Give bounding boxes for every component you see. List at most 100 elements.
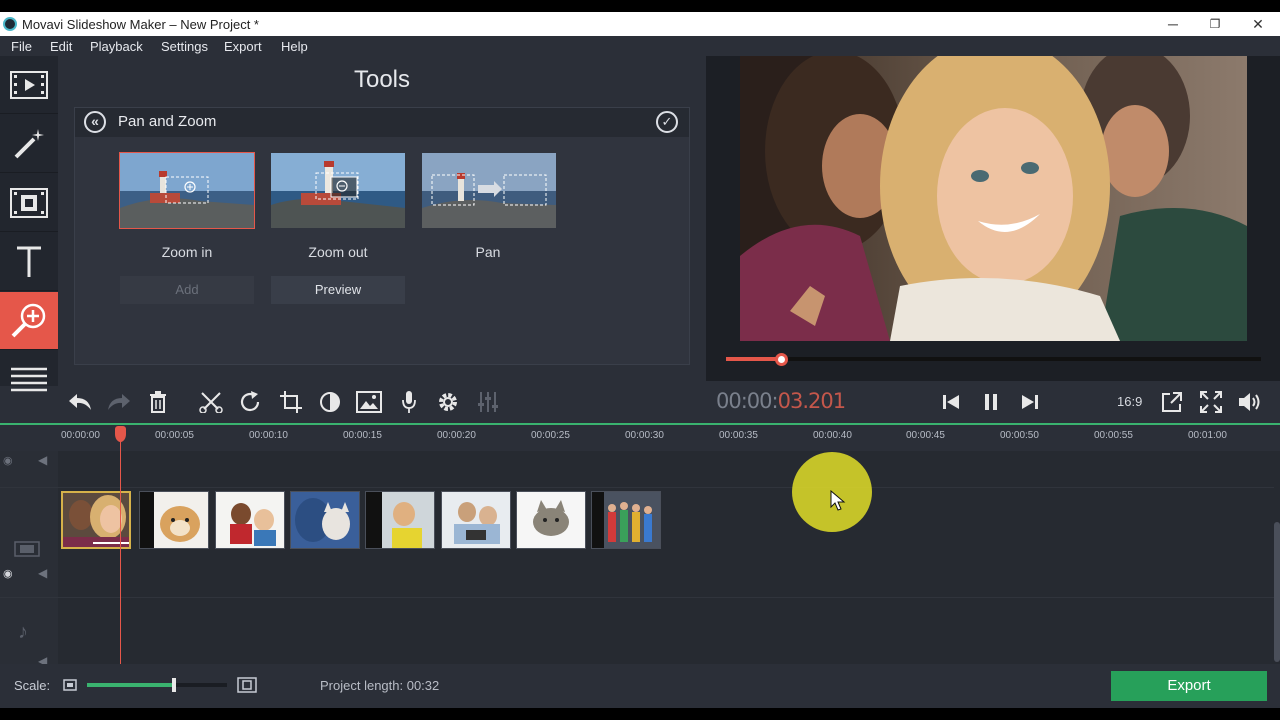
close-button[interactable]: ✕ — [1243, 15, 1273, 33]
contrast-icon — [320, 392, 340, 412]
zoom-icon — [11, 303, 46, 337]
timeline-scrollbar[interactable] — [1274, 522, 1280, 662]
playback-track[interactable] — [726, 357, 1261, 361]
filmstrip-icon — [10, 70, 48, 99]
settings-button[interactable] — [433, 390, 463, 414]
scale-slider-handle[interactable] — [172, 678, 176, 692]
tick-label: 00:00:00 — [61, 430, 100, 441]
sidebar-item-filters[interactable] — [0, 115, 58, 173]
tick-label: 00:00:30 — [625, 430, 664, 441]
sidebar-item-titles[interactable] — [0, 233, 58, 291]
zoom-in-scale-icon[interactable] — [237, 677, 257, 693]
effect-zoom-in[interactable] — [119, 152, 255, 229]
effect-label-pan: Pan — [475, 244, 501, 260]
track-headers: ◉ ◀ ◉ ◀ ♪ ◀ — [0, 451, 58, 668]
tick-label: 00:00:15 — [343, 430, 382, 441]
preview-button[interactable]: Preview — [271, 276, 405, 304]
clip-kids-crowd[interactable] — [591, 491, 661, 549]
crop-button[interactable] — [276, 390, 306, 414]
redo-button[interactable] — [104, 390, 134, 414]
rotate-button[interactable] — [236, 390, 266, 414]
playhead-handle[interactable] — [115, 426, 126, 442]
delete-button[interactable] — [143, 390, 173, 414]
zoom-out-scale-icon[interactable] — [63, 679, 77, 691]
sidebar-item-more[interactable] — [0, 351, 58, 409]
color-adjust-button[interactable] — [315, 390, 345, 414]
trash-icon — [150, 391, 166, 413]
menu-settings[interactable]: Settings — [161, 39, 208, 54]
microphone-icon — [402, 391, 416, 413]
eye-icon[interactable]: ◉ — [3, 454, 13, 467]
title-icon — [17, 246, 41, 277]
menu-export[interactable]: Export — [224, 39, 262, 54]
effect-label-zoom-in: Zoom in — [161, 244, 213, 260]
fullscreen-button[interactable] — [1196, 390, 1226, 414]
clip-kid-yellow[interactable] — [365, 491, 435, 549]
clip-family-laptop[interactable] — [441, 491, 511, 549]
zoom-in-thumbnail — [120, 153, 254, 228]
back-button[interactable]: « — [84, 111, 106, 133]
menu-help[interactable]: Help — [281, 39, 308, 54]
mute-icon[interactable]: ◀ — [38, 453, 47, 467]
detach-player-button[interactable] — [1157, 390, 1187, 414]
clip-thumbnail — [442, 492, 510, 548]
menu-edit[interactable]: Edit — [50, 39, 72, 54]
menu-bar: File Edit Playback Settings Export Help — [0, 36, 1280, 56]
timeline-tracks[interactable] — [0, 451, 1280, 664]
undo-button[interactable] — [65, 390, 95, 414]
zoom-out-thumbnail — [271, 153, 405, 228]
clip-thumbnail — [216, 492, 284, 548]
preview-video-frame — [740, 56, 1247, 341]
record-audio-button[interactable] — [394, 390, 424, 414]
clip-kids[interactable] — [215, 491, 285, 549]
equalizer-button[interactable] — [473, 390, 503, 414]
clip-thumbnail — [291, 492, 359, 548]
preview-image — [740, 56, 1247, 341]
redo-icon — [108, 394, 130, 410]
tick-label: 00:01:00 — [1188, 430, 1227, 441]
undo-icon — [69, 394, 91, 410]
pause-icon — [985, 394, 997, 410]
pan-zoom-panel: « Pan and Zoom ✓ Zoom in Zoom out Pan Ad… — [74, 107, 690, 365]
previous-frame-button[interactable] — [936, 390, 966, 414]
menu-file[interactable]: File — [11, 39, 32, 54]
more-icon — [11, 367, 47, 392]
playback-handle[interactable] — [775, 353, 788, 366]
panel-title: Tools — [353, 66, 411, 93]
mute-icon[interactable]: ◀ — [38, 566, 47, 580]
timeline-ruler[interactable]: 00:00:00 00:00:05 00:00:10 00:00:15 00:0… — [0, 423, 1280, 451]
restore-button[interactable]: ❐ — [1200, 15, 1230, 33]
minimize-button[interactable]: ─ — [1158, 15, 1188, 33]
scissors-icon — [199, 392, 223, 413]
playhead-line — [120, 428, 121, 664]
pan-thumbnail — [422, 153, 556, 228]
aspect-ratio-button[interactable]: 16:9 — [1117, 394, 1142, 409]
clip-kitten[interactable] — [516, 491, 586, 549]
cut-button[interactable] — [196, 390, 226, 414]
app-logo-icon — [3, 17, 17, 31]
add-button[interactable]: Add — [120, 276, 254, 304]
sidebar-item-transitions[interactable] — [0, 174, 58, 232]
clip-cat-blue[interactable] — [290, 491, 360, 549]
effect-pan[interactable] — [422, 153, 556, 228]
apply-check-button[interactable]: ✓ — [656, 111, 678, 133]
tick-label: 00:00:55 — [1094, 430, 1133, 441]
next-frame-button[interactable] — [1015, 390, 1045, 414]
export-button[interactable]: Export — [1111, 671, 1267, 701]
tick-label: 00:00:45 — [906, 430, 945, 441]
clip-dog[interactable] — [139, 491, 209, 549]
tick-label: 00:00:20 — [437, 430, 476, 441]
pause-button[interactable] — [976, 390, 1006, 414]
eye-icon[interactable]: ◉ — [3, 567, 13, 580]
scale-slider-fill — [87, 683, 174, 687]
sidebar-item-media[interactable] — [0, 56, 58, 114]
timecode-dim: 00:00: — [716, 389, 779, 413]
image-properties-button[interactable] — [354, 390, 384, 414]
external-window-icon — [1162, 392, 1182, 412]
volume-button[interactable] — [1236, 390, 1266, 414]
effect-zoom-out[interactable] — [271, 153, 405, 228]
tick-label: 00:00:10 — [249, 430, 288, 441]
sidebar-item-pan-zoom[interactable] — [0, 292, 58, 350]
menu-playback[interactable]: Playback — [90, 39, 143, 54]
clip-thumbnail — [592, 492, 660, 548]
